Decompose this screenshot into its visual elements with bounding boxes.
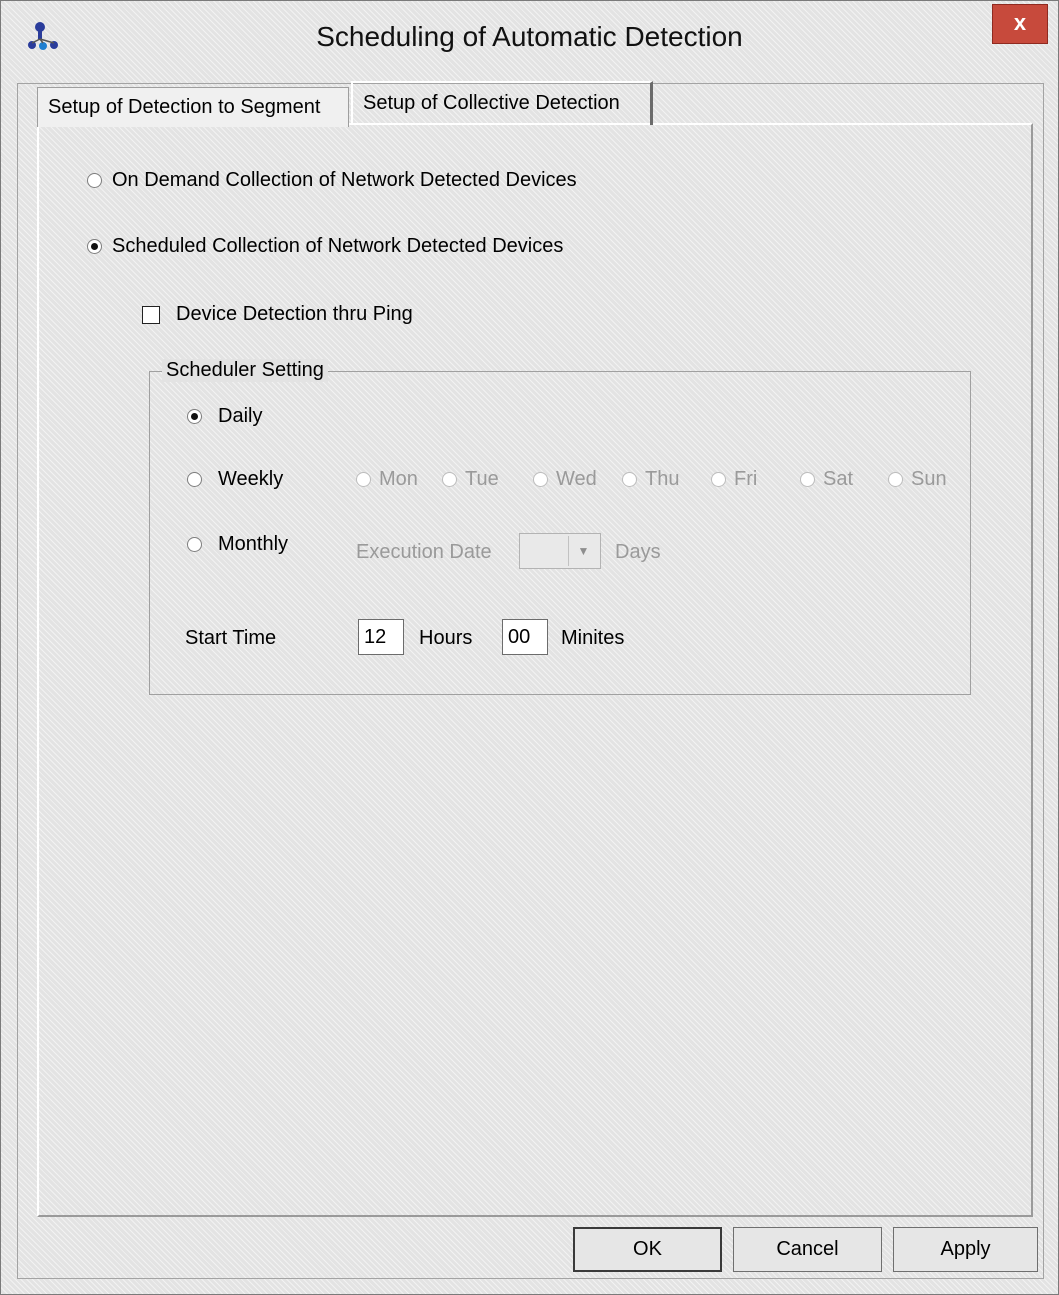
hours-input[interactable]: 12	[358, 619, 404, 655]
execution-date-select[interactable]: ▼	[519, 533, 601, 569]
ok-button[interactable]: OK	[573, 1227, 722, 1272]
weekday-wed-label: Wed	[556, 468, 597, 490]
weekday-sun-radio[interactable]	[888, 472, 903, 487]
weekday-tue-label: Tue	[465, 468, 499, 490]
daily-label: Daily	[218, 405, 263, 427]
hours-label: Hours	[419, 627, 473, 649]
close-icon: x	[1013, 10, 1027, 35]
weekly-radio[interactable]	[187, 472, 202, 487]
cancel-button[interactable]: Cancel	[733, 1227, 882, 1272]
days-label: Days	[615, 541, 661, 563]
weekday-mon[interactable]: Mon	[356, 468, 418, 491]
on-demand-collection-option[interactable]: On Demand Collection of Network Detected…	[87, 169, 577, 192]
monthly-option[interactable]: Monthly	[187, 533, 288, 556]
title-bar: Scheduling of Automatic Detection x	[1, 1, 1058, 77]
weekday-sat-radio[interactable]	[800, 472, 815, 487]
close-button[interactable]: x	[992, 4, 1048, 44]
ping-detection-label: Device Detection thru Ping	[176, 303, 413, 325]
weekday-sat[interactable]: Sat	[800, 468, 853, 491]
weekday-sat-label: Sat	[823, 468, 854, 490]
scheduled-collection-option[interactable]: Scheduled Collection of Network Detected…	[87, 235, 563, 258]
ping-detection-option[interactable]: Device Detection thru Ping	[142, 303, 413, 326]
weekday-fri[interactable]: Fri	[711, 468, 757, 491]
weekday-fri-radio[interactable]	[711, 472, 726, 487]
weekday-tue[interactable]: Tue	[442, 468, 499, 491]
weekday-thu-label: Thu	[645, 468, 680, 490]
weekday-thu-radio[interactable]	[622, 472, 637, 487]
weekday-mon-radio[interactable]	[356, 472, 371, 487]
monthly-label: Monthly	[218, 533, 289, 555]
dialog-window: Scheduling of Automatic Detection x Setu…	[0, 0, 1059, 1295]
on-demand-label: On Demand Collection of Network Detected…	[112, 169, 577, 191]
apply-button[interactable]: Apply	[893, 1227, 1038, 1272]
chevron-down-icon[interactable]: ▼	[568, 536, 598, 566]
minutes-label: Minites	[561, 627, 625, 649]
weekday-sun[interactable]: Sun	[888, 468, 947, 491]
scheduler-setting-label: Scheduler Setting	[162, 359, 328, 382]
weekday-mon-label: Mon	[379, 468, 418, 490]
weekday-fri-label: Fri	[734, 468, 758, 490]
weekday-wed-radio[interactable]	[533, 472, 548, 487]
execution-date-label: Execution Date	[356, 541, 492, 563]
tab-setup-collective-detection[interactable]: Setup of Collective Detection	[351, 81, 653, 125]
ping-detection-checkbox[interactable]	[142, 305, 160, 324]
weekly-label: Weekly	[218, 468, 284, 490]
weekday-sun-label: Sun	[911, 468, 947, 490]
weekday-tue-radio[interactable]	[442, 472, 457, 487]
weekly-option[interactable]: Weekly	[187, 468, 283, 491]
monthly-radio[interactable]	[187, 537, 202, 552]
daily-option[interactable]: Daily	[187, 405, 262, 428]
on-demand-radio[interactable]	[87, 173, 102, 188]
scheduled-radio[interactable]	[87, 239, 102, 254]
tab-setup-detection-segment[interactable]: Setup of Detection to Segment	[37, 87, 349, 127]
window-title: Scheduling of Automatic Detection	[316, 21, 743, 52]
scheduled-label: Scheduled Collection of Network Detected…	[112, 235, 564, 257]
start-time-label: Start Time	[185, 627, 277, 649]
weekday-thu[interactable]: Thu	[622, 468, 679, 491]
daily-radio[interactable]	[187, 409, 202, 424]
weekday-wed[interactable]: Wed	[533, 468, 597, 491]
minutes-input[interactable]: 00	[502, 619, 548, 655]
